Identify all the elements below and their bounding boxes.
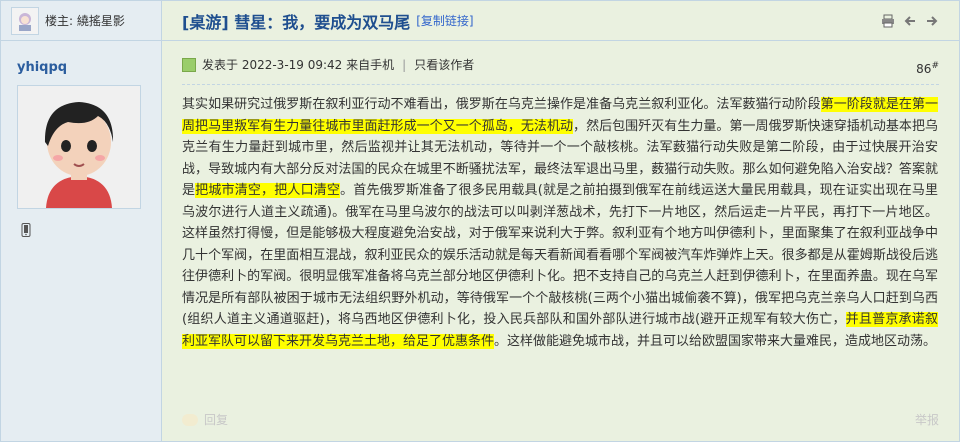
- post-floor-number[interactable]: 86#: [916, 61, 939, 76]
- post-text-segment: 其实如果研究过俄罗斯在叙利亚行动不难看出，俄罗斯在乌克兰操作是准备乌克兰叙利亚化…: [182, 97, 821, 112]
- post-frame: 楼主: 繞搖星影 yhiqpq [桌游] 彗星：我，要成为双马尾 [复制链接] …: [0, 0, 960, 442]
- post-text-segment: 。这样做能避免城市战，并且可以给欧盟国家带来大量难民，造成地区动荡。: [494, 333, 937, 349]
- floor-number: 86: [916, 62, 932, 76]
- post-main: [桌游] 彗星：我，要成为双马尾 [复制链接] 发表于 2022-3-19 09…: [162, 1, 959, 441]
- author-avatar[interactable]: [17, 85, 141, 209]
- post-date: 发表于 2022-3-19 09:42 来自手机: [202, 58, 395, 72]
- author-only-link[interactable]: 只看该作者: [414, 56, 474, 73]
- thread-title: [桌游] 彗星：我，要成为双马尾: [182, 12, 411, 32]
- thread-tools: [881, 14, 939, 31]
- reply-label: 回复: [204, 413, 229, 427]
- report-button[interactable]: 举报: [915, 411, 939, 428]
- reply-button[interactable]: 回复: [182, 411, 228, 428]
- thread-title-bar: [桌游] 彗星：我，要成为双马尾 [复制链接]: [162, 1, 959, 41]
- prev-arrow-icon[interactable]: [903, 14, 917, 31]
- meta-divider: |: [402, 57, 407, 72]
- print-icon[interactable]: [881, 14, 895, 31]
- thread-starter-label[interactable]: 楼主: 繞搖星影: [45, 12, 125, 29]
- author-sidebar: 楼主: 繞搖星影 yhiqpq: [1, 1, 162, 441]
- meta-divider-line: [182, 84, 939, 85]
- reply-icon: [182, 413, 198, 426]
- floor-sign: #: [931, 61, 939, 71]
- post-text-segment: 。首先俄罗斯准备了很多民用载具(就是之前拍摄到俄军在前线运送大量民用载具，现在证…: [182, 183, 938, 327]
- thread-starter-bar: 楼主: 繞搖星影: [1, 1, 161, 41]
- copy-link-button[interactable]: [复制链接]: [416, 12, 473, 29]
- author-username[interactable]: yhiqpq: [17, 60, 67, 75]
- mobile-phone-icon: [21, 223, 31, 240]
- post-meta: 发表于 2022-3-19 09:42 来自手机 | 只看该作者: [182, 56, 474, 73]
- avatar-icon[interactable]: [11, 6, 39, 35]
- post-body: 其实如果研究过俄罗斯在叙利亚行动不难看出，俄罗斯在乌克兰操作是准备乌克兰叙利亚化…: [182, 94, 938, 352]
- next-arrow-icon[interactable]: [925, 14, 939, 31]
- online-status-icon: [182, 57, 196, 72]
- highlighted-text: 把城市清空，把人口清空: [195, 183, 341, 198]
- post-footer: 回复 举报: [182, 411, 939, 428]
